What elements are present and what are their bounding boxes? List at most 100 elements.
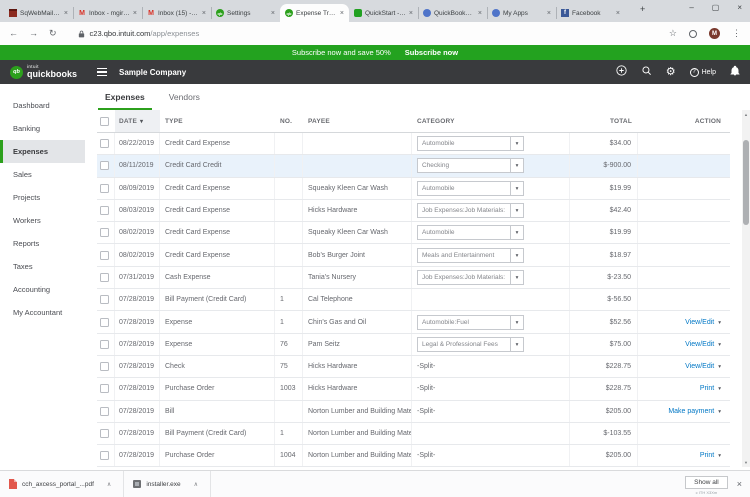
browser-tab[interactable]: Settings [211,4,280,22]
scrollbar-up-icon[interactable] [742,110,750,119]
download-item[interactable]: installer.exe [124,471,211,497]
action-menu[interactable]: Make payment [668,408,721,415]
category-dropdown[interactable]: Automobile [417,136,524,151]
hamburger-menu-icon[interactable] [97,68,107,77]
row-checkbox[interactable] [100,228,109,237]
action-link[interactable]: Print [700,385,714,392]
create-plus-icon[interactable] [616,63,627,81]
row-checkbox[interactable] [100,362,109,371]
sidebar-item[interactable]: Workers [0,209,85,232]
sidebar-item[interactable]: Expenses [0,140,85,163]
tab-close-icon[interactable] [202,10,206,17]
window-close-icon[interactable]: × [737,3,742,12]
row-checkbox[interactable] [100,451,109,460]
content-tab[interactable]: Vendors [162,92,207,110]
address-bar[interactable]: c23.qbo.intuit.com/app/expenses [90,29,200,38]
tab-close-icon[interactable] [340,10,344,17]
category-dropdown[interactable]: Meals and Entertainment [417,248,524,263]
sidebar-item[interactable]: Reports [0,232,85,255]
category-caret-button[interactable] [510,137,523,150]
sidebar-item[interactable]: Sales [0,163,85,186]
browser-menu-icon[interactable]: ⋮ [732,29,741,38]
select-all-checkbox[interactable] [100,117,109,126]
back-icon[interactable]: ← [9,29,18,38]
profile-avatar[interactable]: M [709,28,720,39]
category-dropdown[interactable]: Automobile [417,181,524,196]
tab-close-icon[interactable] [409,10,413,17]
category-caret-button[interactable] [510,159,523,172]
sidebar-item[interactable]: Taxes [0,255,85,278]
forward-icon[interactable]: → [29,29,38,38]
browser-tab[interactable]: QuickStart - Sm... [349,4,418,22]
action-menu[interactable]: Print [700,452,721,459]
category-caret-button[interactable] [510,271,523,284]
gear-icon[interactable]: ⚙ [666,67,676,78]
sidebar-item[interactable]: Projects [0,186,85,209]
column-header-category[interactable]: CATEGORY [412,110,570,132]
subscribe-now-link[interactable]: Subscribe now [405,48,458,57]
show-all-button[interactable]: Show all [685,476,728,489]
browser-tab[interactable]: QuickBooks Ap... [418,4,487,22]
category-dropdown[interactable]: Checking [417,158,524,173]
category-dropdown[interactable]: Automobile:Fuel [417,315,524,330]
action-link[interactable]: View/Edit [685,341,714,348]
new-tab-button[interactable]: + [640,5,645,14]
column-header-type[interactable]: TYPE [160,110,275,132]
row-checkbox[interactable] [100,206,109,215]
tab-close-icon[interactable] [64,10,68,17]
tab-close-icon[interactable] [616,10,620,17]
action-link[interactable]: View/Edit [685,319,714,326]
reload-icon[interactable]: ↻ [49,29,57,38]
chevron-up-icon[interactable] [194,481,198,488]
action-link[interactable]: Print [700,452,714,459]
row-checkbox[interactable] [100,251,109,260]
tab-close-icon[interactable] [133,10,137,17]
row-checkbox[interactable] [100,429,109,438]
row-checkbox[interactable] [100,318,109,327]
category-caret-button[interactable] [510,226,523,239]
action-menu[interactable]: View/Edit [685,319,721,326]
search-icon[interactable] [641,63,652,81]
download-item[interactable]: cch_axcess_portal_...pdf [0,471,124,497]
action-link[interactable]: Make payment [668,408,714,415]
company-name[interactable]: Sample Company [119,68,186,77]
action-menu[interactable]: Print [700,385,721,392]
row-checkbox[interactable] [100,340,109,349]
browser-tab[interactable]: Inbox - mgirsch [73,4,142,22]
window-minimize-icon[interactable]: – [689,3,693,12]
category-dropdown[interactable]: Job Expenses:Job Materials: [417,270,524,285]
category-caret-button[interactable] [510,316,523,329]
tab-close-icon[interactable] [271,10,275,17]
browser-tab[interactable]: SqWebMail - C... [4,4,73,22]
scrollbar-thumb[interactable] [743,140,749,225]
column-header-action[interactable]: ACTION [638,110,730,132]
browser-tab[interactable]: Facebook [556,4,625,22]
action-menu[interactable]: View/Edit [685,341,721,348]
row-checkbox[interactable] [100,161,109,170]
vertical-scrollbar[interactable] [742,110,750,467]
category-dropdown[interactable]: Job Expenses:Job Materials: [417,203,524,218]
column-header-date[interactable]: DATE [115,110,160,132]
row-checkbox[interactable] [100,407,109,416]
category-dropdown[interactable]: Automobile [417,225,524,240]
category-caret-button[interactable] [510,204,523,217]
column-header-total[interactable]: TOTAL [570,110,638,132]
row-checkbox[interactable] [100,295,109,304]
window-maximize-icon[interactable]: ▢ [712,3,720,12]
row-checkbox[interactable] [100,184,109,193]
row-checkbox[interactable] [100,273,109,282]
column-header-payee[interactable]: PAYEE [303,110,412,132]
scrollbar-down-icon[interactable] [742,458,750,467]
column-header-no[interactable]: NO. [275,110,303,132]
sidebar-item[interactable]: Banking [0,117,85,140]
action-menu[interactable]: View/Edit [685,363,721,370]
sidebar-item[interactable]: My Accountant [0,301,85,324]
browser-tab[interactable]: Inbox (15) - ma... [142,4,211,22]
browser-tab[interactable]: Expense Transa... [280,4,349,22]
content-tab[interactable]: Expenses [98,92,152,110]
tab-close-icon[interactable] [547,10,551,17]
chevron-up-icon[interactable] [107,481,111,488]
action-link[interactable]: View/Edit [685,363,714,370]
sidebar-item[interactable]: Dashboard [0,94,85,117]
category-dropdown[interactable]: Legal & Professional Fees [417,337,524,352]
